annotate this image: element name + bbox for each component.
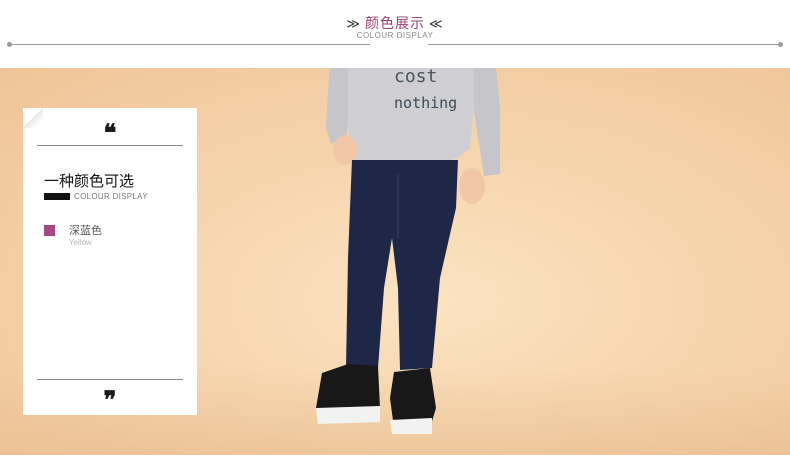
header: ≫ 颜色展示 ≪ COLOUR DISPLAY (0, 0, 790, 68)
card-title-bar (44, 193, 70, 200)
close-quote-icon: ❞ (103, 385, 117, 414)
card-divider-top (37, 145, 183, 146)
divider-dot-right (778, 42, 783, 47)
shirt-sleeve-right (470, 68, 500, 176)
shoe-left-sole (316, 406, 380, 424)
header-divider-right (428, 44, 781, 45)
double-chevron-left-icon: ≪ (429, 17, 444, 32)
shirt-print-line1: cost (394, 68, 437, 87)
card-title: 一种颜色可选 (44, 172, 135, 190)
double-chevron-right-icon: ≫ (346, 17, 361, 32)
color-swatch[interactable] (44, 225, 55, 236)
card-subtitle: COLOUR DISPLAY (74, 192, 148, 201)
hand-right (459, 168, 485, 204)
open-quote-icon: ❝ (103, 118, 117, 147)
color-option-name-en: Yellow (69, 238, 92, 247)
section-title-text: 颜色展示 (365, 16, 425, 32)
color-info-card: ❝ 一种颜色可选 COLOUR DISPLAY 深蓝色 Yellow ❞ (23, 108, 197, 415)
section-title: ≫ 颜色展示 ≪ (0, 13, 790, 33)
divider-dot-left (7, 42, 12, 47)
jeans (346, 160, 458, 370)
color-option-name[interactable]: 深蓝色 (69, 222, 102, 238)
header-divider-left (9, 44, 370, 45)
card-divider-bottom (37, 379, 183, 380)
bottom-strip (0, 455, 790, 473)
section-subtitle: COLOUR DISPLAY (356, 31, 434, 40)
shirt-print-line2: nothing (394, 94, 457, 112)
shoe-right-sole (390, 418, 432, 434)
